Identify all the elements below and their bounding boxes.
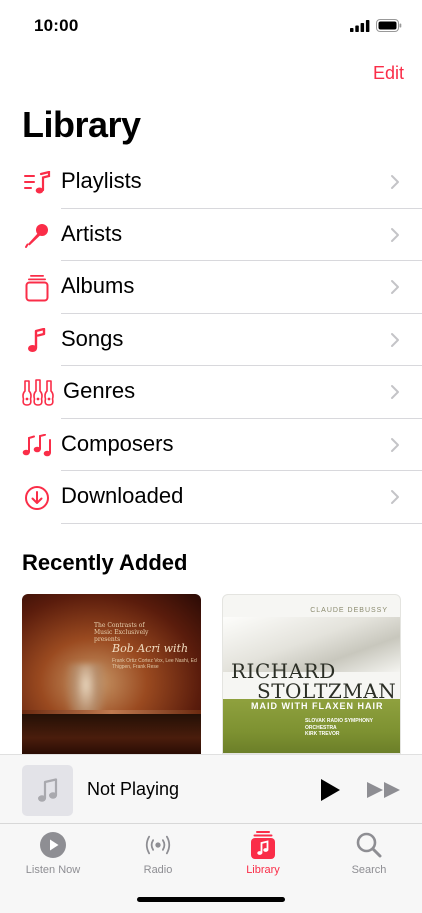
mini-player-artwork (22, 765, 73, 816)
library-item-label: Genres (63, 378, 136, 403)
piano (22, 714, 201, 754)
search-icon (354, 830, 384, 860)
radio-icon (143, 830, 173, 860)
library-item-label: Artists (61, 220, 123, 246)
tab-radio[interactable]: Radio (113, 830, 203, 880)
chevron-right-icon (391, 385, 399, 399)
edit-button[interactable]: Edit (373, 63, 404, 84)
playlists-icon (23, 169, 51, 197)
guitars-icon (21, 379, 55, 407)
library-item-downloaded[interactable]: Downloaded (0, 471, 422, 524)
library-item-albums[interactable]: Albums (0, 261, 422, 314)
cellular-signal-icon (350, 20, 370, 32)
album-cover-subtitle: Frank Ortiz Cortez Vox, Lee Nashi, Ed Th… (112, 658, 197, 670)
mini-player-title: Not Playing (87, 779, 180, 799)
album-cover-text: The Contrasts of Music Exclusively prese… (94, 622, 149, 644)
chevron-right-icon (391, 280, 399, 294)
library-item-label: Downloaded (61, 483, 184, 508)
tab-label: Library (246, 864, 280, 876)
library-item-playlists[interactable]: Playlists (0, 156, 422, 209)
library-item-songs[interactable]: Songs (0, 314, 422, 366)
library-item-label: Songs (61, 325, 124, 351)
play-circle-icon (38, 830, 68, 860)
tab-label: Listen Now (25, 864, 81, 876)
chevron-right-icon (391, 227, 399, 242)
music-note-icon (23, 327, 51, 355)
chevron-right-icon (391, 332, 399, 347)
library-icon (248, 830, 278, 860)
microphone-icon (23, 222, 51, 250)
music-note-icon (37, 777, 57, 802)
albums-icon (23, 274, 51, 302)
album-cover-credits: SLOVAK RADIO SYMPHONY ORCHESTRA KIRK TRE… (305, 718, 400, 738)
battery-icon (376, 19, 402, 32)
chevron-right-icon (391, 490, 399, 504)
play-button[interactable] (318, 777, 342, 803)
album-cover[interactable]: The Contrasts of Music Exclusively prese… (22, 594, 201, 754)
library-item-composers[interactable]: Composers (0, 419, 422, 471)
library-item-label: Playlists (61, 168, 142, 193)
divider (61, 522, 422, 524)
tab-label: Search (351, 864, 387, 876)
recently-added-title: Recently Added (22, 550, 188, 575)
download-icon (23, 484, 51, 512)
album-cover-subtitle: MAID WITH FLAXEN HAIR (251, 701, 384, 711)
chevron-right-icon (391, 437, 399, 452)
library-list: Playlists Artists Albums Songs Genres Co… (0, 156, 422, 524)
album-cover-title: Bob Acri with (112, 642, 189, 655)
library-item-label: Composers (61, 430, 174, 456)
tab-library[interactable]: Library (218, 830, 308, 880)
home-indicator[interactable] (137, 897, 285, 902)
page-title: Library (22, 104, 141, 145)
fast-forward-button[interactable] (366, 780, 402, 800)
library-item-genres[interactable]: Genres (0, 366, 422, 419)
mini-player[interactable]: Not Playing (0, 754, 422, 824)
tab-listen-now[interactable]: Listen Now (8, 830, 98, 880)
album-cover[interactable]: CLAUDE DEBUSSY RICHARD STOLTZMAN MAID WI… (222, 594, 401, 754)
tab-search[interactable]: Search (324, 830, 414, 880)
composers-icon (22, 432, 54, 460)
library-item-artists[interactable]: Artists (0, 209, 422, 261)
album-cover-header: CLAUDE DEBUSSY (310, 607, 388, 614)
album-cover-credit-line: SLOVAK RADIO SYMPHONY ORCHESTRA (305, 718, 373, 731)
status-time: 10:00 (34, 16, 79, 35)
album-cover-credit-line: KIRK TREVOR (305, 731, 340, 737)
tab-bar: Listen Now Radio Library Search (0, 824, 422, 913)
tab-label: Radio (143, 864, 173, 876)
library-item-label: Albums (61, 273, 135, 298)
chevron-right-icon (391, 175, 399, 189)
status-bar: 10:00 (0, 0, 422, 52)
